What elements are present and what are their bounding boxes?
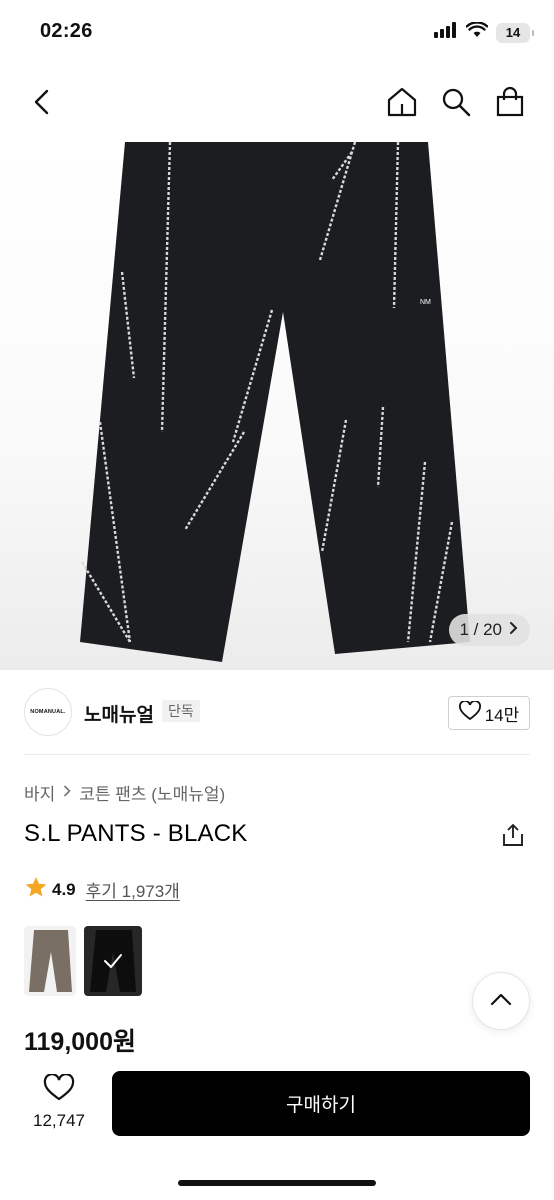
bottom-action-bar: 12,747 구매하기 [0,1066,554,1200]
breadcrumb-category[interactable]: 바지 [24,780,55,805]
chevron-up-icon [490,992,512,1011]
swatch-black[interactable] [84,926,142,996]
star-icon [24,876,48,903]
rating-row: 4.9 후기 1,973개 [24,876,180,903]
pants-illustration: NM [80,142,470,662]
product-image[interactable]: NM 1 / 20 [0,142,554,670]
wifi-icon [465,21,489,43]
exclusive-badge: 단독 [162,700,200,722]
scroll-to-top-button[interactable] [472,972,530,1030]
color-swatches [24,926,142,996]
breadcrumb: 바지 코튼 팬츠 (노매뉴얼) [24,780,225,805]
wishlist-count: 12,747 [33,1111,85,1130]
product-price: 119,000원 [24,1028,136,1056]
home-indicator [178,1180,376,1186]
brand-like-button[interactable]: 14만 [448,696,530,730]
wishlist-button[interactable]: 12,747 [26,1073,92,1134]
search-icon[interactable] [440,86,472,118]
home-icon[interactable] [386,86,418,118]
product-title: S.L PANTS - BLACK [24,820,248,847]
review-link[interactable]: 후기 1,973개 [86,877,180,902]
image-counter-text: 1 / 20 [459,620,502,639]
status-icons: 14 [434,21,534,43]
shopping-bag-icon[interactable] [494,86,526,118]
status-bar: 02:26 14 [0,0,554,64]
swatch-brown[interactable] [24,926,76,996]
brand-name[interactable]: 노매뉴얼 [84,700,154,727]
status-time: 02:26 [40,20,93,42]
divider [24,754,530,755]
heart-icon [43,1073,75,1107]
brand-logo[interactable]: NOMANUAL. [24,688,72,736]
buy-button[interactable]: 구매하기 [112,1071,530,1136]
check-icon [84,926,142,996]
rating-value: 4.9 [52,879,76,899]
chevron-right-icon [508,620,518,640]
heart-icon [458,699,481,726]
chevron-right-icon [63,783,71,803]
image-counter[interactable]: 1 / 20 [449,614,530,646]
brand-row: NOMANUAL. 노매뉴얼 단독 14만 [0,670,554,754]
brand-like-count: 14만 [484,705,520,725]
garment-logo: NM [420,299,431,306]
signal-icon [434,22,458,43]
back-icon[interactable] [26,86,58,118]
share-icon[interactable] [500,822,526,848]
battery-icon: 14 [496,22,534,43]
nav-bar [0,64,554,142]
breadcrumb-subcategory[interactable]: 코튼 팬츠 (노매뉴얼) [79,780,225,805]
